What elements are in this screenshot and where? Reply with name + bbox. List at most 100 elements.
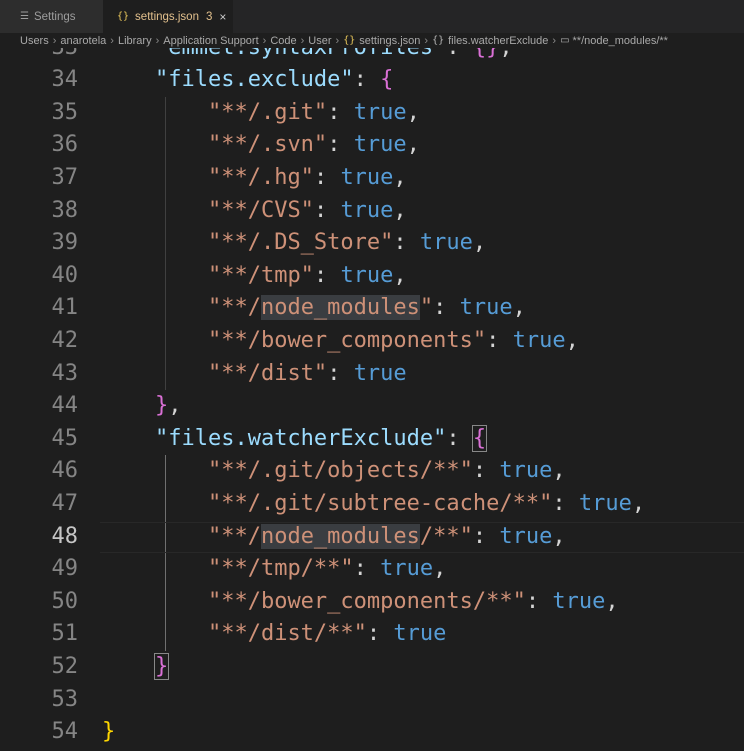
code-token: "**/CVS": [207, 197, 314, 223]
line-number: 52: [51, 653, 79, 679]
code-token: "**/bower_components/**": [207, 588, 526, 614]
code-line[interactable]: 46 "**/.git/objects/**": true,: [0, 455, 744, 488]
code-text: "**/bower_components/**": true,: [102, 586, 619, 619]
string-symbol-icon: ▭: [560, 35, 570, 46]
code-token: /**": [419, 523, 473, 549]
tab-settings[interactable]: ☰ Settings: [0, 0, 103, 33]
code-text: "**/dist/**": true: [102, 618, 446, 651]
breadcrumb-item-user[interactable]: User: [308, 35, 331, 47]
breadcrumb-item-settings-json[interactable]: settings.json: [359, 35, 420, 47]
code-token: "**/: [207, 295, 261, 321]
code-token: ,: [393, 197, 407, 223]
code-token: true: [512, 327, 566, 353]
code-line[interactable]: 49 "**/tmp/**": true,: [0, 553, 744, 586]
code-token: true: [353, 99, 407, 125]
tab-settings-json[interactable]: {} settings.json 3 ×: [103, 0, 233, 33]
breadcrumb-separator-icon: ›: [424, 34, 429, 47]
line-number: 38: [51, 197, 79, 223]
code-token: true: [552, 588, 606, 614]
code-text: "files.exclude": {: [102, 64, 393, 97]
line-number: 35: [51, 99, 79, 125]
line-number: 45: [51, 425, 79, 451]
line-number: 48: [51, 523, 79, 549]
code-token: {: [380, 67, 394, 93]
line-number: 50: [51, 588, 79, 614]
code-token: {}: [473, 48, 500, 60]
breadcrumb-separator-icon: ›: [262, 34, 267, 47]
code-line[interactable]: 50 "**/bower_components/**": true,: [0, 586, 744, 619]
code-token: :: [393, 230, 420, 256]
line-number: 40: [51, 262, 79, 288]
code-text: "**/CVS": true,: [102, 195, 407, 228]
code-line[interactable]: 54}: [0, 716, 744, 749]
code-line[interactable]: 35 "**/.git": true,: [0, 97, 744, 130]
breadcrumb-item-node-modules[interactable]: **/node_modules/**: [573, 35, 668, 47]
code-line[interactable]: 45 "files.watcherExclude": {: [0, 423, 744, 456]
code-line[interactable]: 33 "emmet.syntaxProfiles": {},: [0, 48, 744, 64]
breadcrumb-item-users[interactable]: Users: [20, 35, 49, 47]
code-token: true: [499, 458, 553, 484]
code-line[interactable]: 40 "**/tmp": true,: [0, 260, 744, 293]
breadcrumb-item-library[interactable]: Library: [118, 35, 152, 47]
code-line[interactable]: 52 }: [0, 651, 744, 684]
breadcrumb-item-code[interactable]: Code: [270, 35, 296, 47]
code-line[interactable]: 47 "**/.git/subtree-cache/**": true,: [0, 488, 744, 521]
code-token: :: [327, 132, 354, 158]
code-line[interactable]: 37 "**/.hg": true,: [0, 162, 744, 195]
code-token: true: [353, 360, 407, 386]
code-line[interactable]: 41 "**/node_modules": true,: [0, 292, 744, 325]
code-token: true: [353, 132, 407, 158]
code-token: "**/dist/**": [207, 621, 367, 647]
code-line[interactable]: 44 },: [0, 390, 744, 423]
tab-settings-json-label: settings.json: [135, 10, 199, 23]
code-text: "**/bower_components": true,: [102, 325, 579, 358]
json-braces-icon: {}: [117, 11, 130, 22]
breadcrumb-separator-icon: ›: [552, 34, 557, 47]
code-token: true: [340, 164, 394, 190]
code-line[interactable]: 34 "files.exclude": {: [0, 64, 744, 97]
breadcrumb-item-files-watcherexclude[interactable]: files.watcherExclude: [448, 35, 548, 47]
tab-bar: ☰ Settings {} settings.json 3 ×: [0, 0, 744, 33]
code-line[interactable]: 39 "**/.DS_Store": true,: [0, 227, 744, 260]
line-number: 51: [51, 621, 79, 647]
code-editor[interactable]: 33 "emmet.syntaxProfiles": {},34 "files.…: [0, 48, 744, 751]
code-line[interactable]: 43 "**/dist": true: [0, 358, 744, 391]
code-line[interactable]: 36 "**/.svn": true,: [0, 129, 744, 162]
code-line[interactable]: 48 "**/node_modules/**": true,: [0, 521, 744, 554]
code-token: }: [154, 393, 169, 419]
code-token: :: [472, 458, 500, 484]
line-number: 42: [51, 327, 79, 353]
code-token: "**/: [207, 523, 261, 549]
code-token: }: [153, 652, 170, 680]
code-token: "**/tmp/**": [207, 556, 354, 582]
code-token: "**/.git/objects/**": [207, 458, 473, 484]
code-line[interactable]: 38 "**/CVS": true,: [0, 195, 744, 228]
code-token: ,: [552, 523, 566, 549]
code-token: true: [419, 230, 473, 256]
code-token: ,: [406, 132, 420, 158]
breadcrumb-item-application-support[interactable]: Application Support: [163, 35, 258, 47]
code-text: "files.watcherExclude": {: [102, 423, 488, 456]
code-line[interactable]: 42 "**/bower_components": true,: [0, 325, 744, 358]
code-text: "**/node_modules/**": true,: [102, 521, 566, 554]
code-token: node_modules: [260, 523, 420, 549]
code-line[interactable]: 53: [0, 684, 744, 717]
code-token: "**/dist": [207, 360, 328, 386]
code-line[interactable]: 51 "**/dist/**": true: [0, 618, 744, 651]
code-token: ,: [512, 295, 526, 321]
tab-settings-label: Settings: [33, 10, 76, 23]
close-icon[interactable]: ×: [219, 10, 226, 24]
breadcrumb-item-anarotela[interactable]: anarotela: [60, 35, 106, 47]
line-number: 33: [0, 48, 79, 64]
code-text: "**/.git/objects/**": true,: [102, 455, 566, 488]
code-text: }: [102, 716, 115, 749]
